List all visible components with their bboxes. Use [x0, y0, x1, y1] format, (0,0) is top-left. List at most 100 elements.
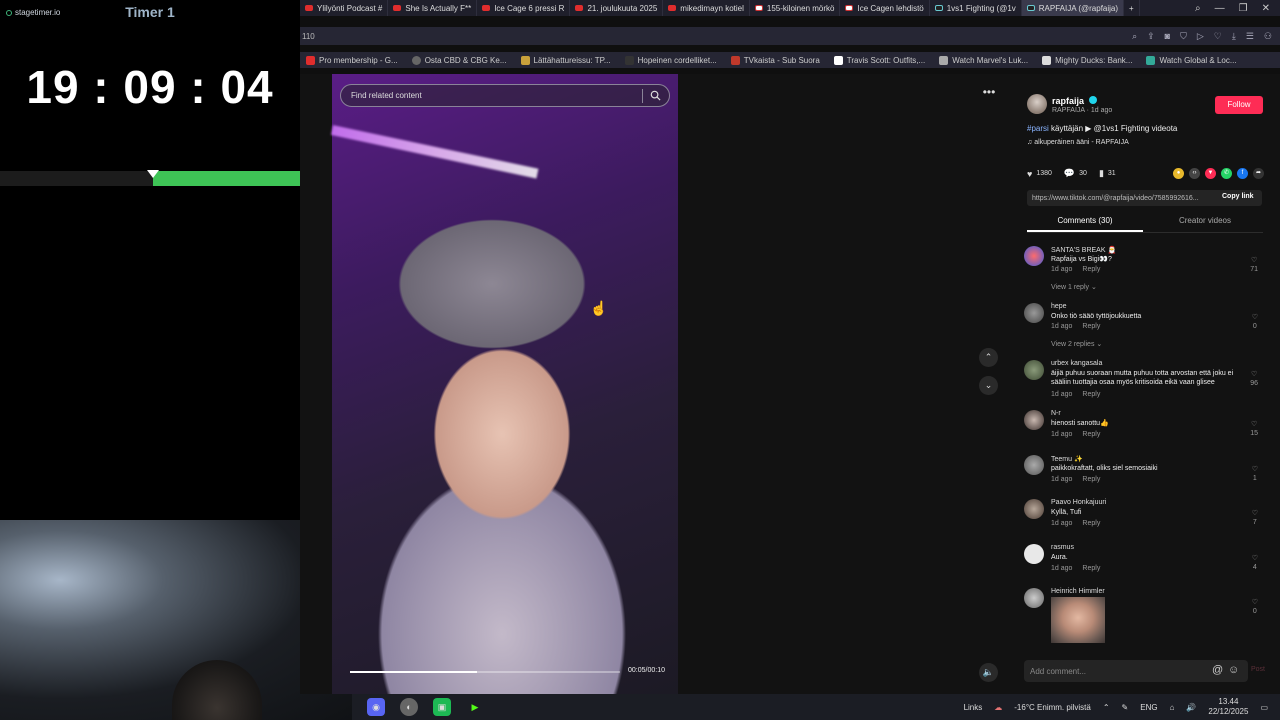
kick-app-icon[interactable]: ▶ [466, 698, 484, 716]
comment-username[interactable]: SANTA'S BREAK 🎅 [1051, 246, 1116, 254]
close-icon[interactable]: ✕ [1262, 3, 1270, 14]
browser-tab[interactable]: She Is Actually F** [388, 0, 478, 16]
tray-chevron-icon[interactable]: ⌃ [1103, 703, 1110, 712]
shield-icon[interactable]: ⛉ [1180, 31, 1187, 42]
search-icon[interactable] [650, 90, 661, 101]
download-icon[interactable]: ⤓ [1232, 31, 1236, 42]
reply-button[interactable]: Reply [1082, 431, 1100, 438]
maximize-icon[interactable]: ❐ [1239, 3, 1248, 14]
avatar[interactable] [1024, 360, 1044, 380]
avatar[interactable] [1024, 410, 1044, 430]
browser-tab[interactable]: 155-kiloinen mörkö [750, 0, 841, 16]
new-tab-button[interactable]: + [1124, 0, 1140, 16]
more-options-button[interactable]: ••• [980, 86, 998, 100]
volume-button[interactable]: 🔈 [979, 663, 998, 682]
share-icon[interactable]: ➦ [1253, 168, 1264, 179]
app-icon[interactable]: ◐ [400, 698, 418, 716]
screenshot-icon[interactable]: ◙ [1165, 31, 1170, 42]
author-avatar[interactable] [1027, 94, 1047, 114]
browser-tab[interactable]: Ice Cagen lehdistö [840, 0, 930, 16]
previous-video-button[interactable]: ⌃ [979, 348, 998, 367]
reply-button[interactable]: Reply [1082, 565, 1100, 572]
bookmark-item[interactable]: TVkaista - Sub Suora [730, 55, 820, 65]
avatar[interactable] [1024, 588, 1044, 608]
volume-icon[interactable]: 🔊 [1186, 703, 1196, 712]
reply-button[interactable]: Reply [1082, 476, 1100, 483]
comment-like-button[interactable]: ♡ 0 [1252, 313, 1258, 331]
bookmark-item[interactable]: Mighty Ducks: Bank... [1042, 55, 1132, 65]
author-name[interactable]: rapfaija [1052, 96, 1084, 106]
reply-button[interactable]: Reply [1082, 391, 1100, 398]
save-button[interactable]: ▮ 31 [1099, 168, 1116, 179]
avatar[interactable] [1024, 544, 1044, 564]
whatsapp-icon[interactable]: ✆ [1221, 168, 1232, 179]
comment-like-button[interactable]: ♡ 71 [1250, 256, 1258, 274]
related-search-input[interactable]: Find related content [340, 84, 670, 107]
facebook-icon[interactable]: f [1237, 168, 1248, 179]
browser-tab[interactable]: 1vs1 Fighting (@1v [930, 0, 1022, 16]
sound-link[interactable]: ♫ alkuperäinen ääni - RAPFAIJA [1027, 139, 1129, 146]
comment-image[interactable] [1051, 597, 1105, 643]
avatar[interactable] [1024, 246, 1044, 266]
avatar[interactable] [1024, 303, 1044, 323]
like-button[interactable]: ♥ 1380 [1027, 169, 1052, 179]
hashtag-link[interactable]: #parsi [1027, 124, 1049, 133]
view-replies-button[interactable]: View 2 replies ⌄ [1051, 340, 1102, 348]
app-icon[interactable]: ▣ [433, 698, 451, 716]
embed-icon[interactable]: ‹› [1189, 168, 1200, 179]
browser-tab[interactable]: Ice Cage 6 pressi R [477, 0, 571, 16]
bookmark-item[interactable]: Watch Global & Loc... [1146, 55, 1237, 65]
comment-like-button[interactable]: ♡ 96 [1250, 370, 1258, 388]
address-text[interactable]: 110 [302, 32, 315, 41]
links-toolbar[interactable]: Links [964, 703, 983, 712]
browser-tab[interactable]: mikedimayn kotiel [663, 0, 750, 16]
minimize-icon[interactable]: — [1215, 3, 1225, 14]
view-replies-button[interactable]: View 1 reply ⌄ [1051, 283, 1097, 291]
follow-button[interactable]: Follow [1215, 96, 1263, 114]
clock[interactable]: 13.44 22/12/2025 [1208, 697, 1248, 717]
notification-icon[interactable]: ▭ [1260, 703, 1268, 712]
bookmark-item[interactable]: Hopeinen cordelliket... [624, 55, 717, 65]
network-icon[interactable]: ⌂ [1170, 703, 1175, 712]
language-indicator[interactable]: ENG [1140, 703, 1157, 712]
send-icon[interactable]: ▼ [1205, 168, 1216, 179]
avatar[interactable] [1024, 499, 1044, 519]
reply-button[interactable]: Reply [1082, 520, 1100, 527]
profile-icon[interactable]: ⚇ [1264, 31, 1272, 42]
post-comment-button[interactable]: Post [1251, 666, 1265, 673]
reply-button[interactable]: Reply [1082, 323, 1100, 330]
next-video-button[interactable]: ⌄ [979, 376, 998, 395]
browser-tab[interactable]: 21. joulukuuta 2025 [570, 0, 664, 16]
avatar[interactable] [1024, 455, 1044, 475]
comment-like-button[interactable]: ♡ 7 [1252, 509, 1258, 527]
comment-username[interactable]: urbex kangasala [1051, 360, 1102, 367]
reply-button[interactable]: Reply [1082, 266, 1100, 273]
coin-icon[interactable]: ● [1173, 168, 1184, 179]
comment-username[interactable]: rasmus [1051, 544, 1074, 551]
comment-like-button[interactable]: ♡ 15 [1250, 420, 1258, 438]
browser-tab[interactable]: Ylilyönti Podcast # [300, 0, 389, 16]
search-icon[interactable]: ⌕ [1132, 31, 1137, 42]
tab-creator-videos[interactable]: Creator videos [1147, 216, 1263, 225]
comment-username[interactable]: hepe [1051, 303, 1067, 310]
weather-text[interactable]: -16°C Enimm. pilvistä [1014, 703, 1091, 712]
bookmark-item[interactable]: Pro membership - G... [306, 55, 398, 65]
play-icon[interactable]: ▷ [1197, 31, 1204, 42]
comment-username[interactable]: Heinrich Himmler [1051, 588, 1105, 595]
browser-tab-active[interactable]: RAPFAIJA (@rapfaija) [1021, 0, 1125, 16]
bookmark-item[interactable]: Lättähattureissu: TP... [520, 55, 611, 65]
bookmark-item[interactable]: Osta CBD & CBG Ke... [411, 55, 507, 65]
bookmark-item[interactable]: Travis Scott: Outfits,... [833, 55, 925, 65]
address-bar[interactable]: 110 ⌕ ⇪ ◙ ⛉ ▷ ♡ ⤓ ☰ ⚇ [300, 27, 1280, 45]
search-tabs-icon[interactable]: ⌕ [1195, 3, 1201, 14]
favorite-icon[interactable]: ♡ [1214, 31, 1222, 42]
copy-link-button[interactable]: Copy link [1222, 193, 1254, 200]
pen-icon[interactable]: ✎ [1122, 703, 1129, 712]
tab-comments[interactable]: Comments (30) [1027, 216, 1143, 225]
bookmark-item[interactable]: Watch Marvel's Luk... [939, 55, 1028, 65]
comment-like-button[interactable]: ♡ 4 [1252, 554, 1258, 572]
mention-icon[interactable]: @ [1212, 664, 1223, 676]
comment-like-button[interactable]: ♡ 0 [1252, 598, 1258, 616]
comment-like-button[interactable]: ♡ 1 [1252, 465, 1258, 483]
comment-username[interactable]: Teemu ✨ [1051, 455, 1083, 463]
